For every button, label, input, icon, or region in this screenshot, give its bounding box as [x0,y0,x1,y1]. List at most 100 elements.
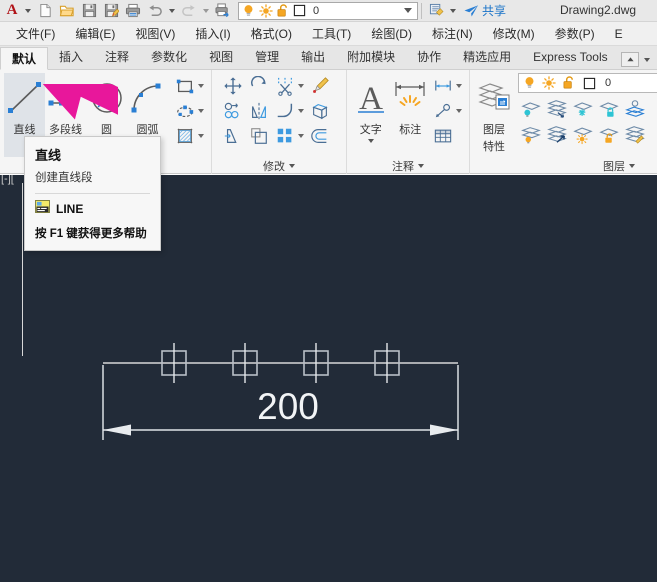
new-file-icon[interactable] [34,1,56,21]
panel-modify-label-text: 修改 [263,160,285,173]
dimension-tool-button[interactable]: 标注 [391,73,431,157]
offset-tool-icon[interactable] [307,124,333,148]
layer-delete-icon[interactable] [622,122,648,146]
layer-bulb-on-icon[interactable] [519,76,539,90]
rectangle-tool-icon[interactable] [172,74,198,98]
panel-layer-label[interactable]: 图层 [470,157,657,174]
layer-control-dropdown[interactable]: 0 [238,1,418,20]
open-file-icon[interactable] [56,1,78,21]
table-tool-icon[interactable] [430,124,456,148]
ribbon-tab-express-tools[interactable]: Express Tools [522,46,618,69]
text-tool-button[interactable]: A 文字 [351,73,391,157]
ribbon-tab-manage[interactable]: 管理 [244,46,290,69]
layer-padlock-unlock-icon[interactable] [559,76,579,90]
array-tool-icon[interactable] [272,124,298,148]
save-as-icon[interactable] [100,1,122,21]
menu-item-edit[interactable]: 编辑(E) [65,22,125,45]
text-dropdown-caret-icon[interactable] [367,139,374,143]
ribbon-tab-view[interactable]: 视图 [198,46,244,69]
share-button[interactable]: 共享 [463,2,506,19]
layer-sun-thaw-icon[interactable] [539,76,559,90]
plot-preview-icon[interactable] [212,1,234,21]
ribbon-tab-output[interactable]: 输出 [290,46,336,69]
layer-unlock-icon[interactable] [274,3,291,19]
layer-on-bulb-icon[interactable] [240,3,257,19]
hatch-dropdown-caret-icon[interactable] [198,133,204,138]
panel-annotation-caret-icon[interactable] [418,163,424,168]
panel-modify: 修改 [212,70,347,174]
linear-dimension-tool-icon[interactable] [430,74,456,98]
array-dropdown-caret-icon[interactable] [298,133,304,138]
ribbon-tab-home[interactable]: 默认 [0,47,49,70]
stretch-tool-icon[interactable] [220,124,246,148]
layer-properties-manager-icon[interactable] [425,1,447,21]
menu-item-modify[interactable]: 修改(M) [483,22,545,45]
menu-item-insert[interactable]: 插入(I) [185,22,240,45]
leader-dropdown-caret-icon[interactable] [456,108,462,113]
copy-tool-icon[interactable] [220,99,246,123]
dimension-text[interactable]: 200 [257,386,319,427]
menu-item-dimension[interactable]: 标注(N) [422,22,483,45]
layer-merge-icon[interactable] [622,96,648,120]
layer-match-icon[interactable] [544,122,570,146]
menu-item-view[interactable]: 视图(V) [125,22,185,45]
linear-dimension-dropdown-caret-icon[interactable] [456,83,462,88]
ribbon-tab-annotate[interactable]: 注释 [94,46,140,69]
layer-freeze-icon[interactable] [544,96,570,120]
menu-item-draw[interactable]: 绘图(D) [361,22,422,45]
rectangle-dropdown-caret-icon[interactable] [198,83,204,88]
layer-dropdown-arrow-icon[interactable] [404,8,412,13]
ribbon-tab-parametric[interactable]: 参数化 [140,46,198,69]
layer-properties-button[interactable]: 图层 特性 [474,73,514,157]
menu-item-tools[interactable]: 工具(T) [302,22,361,45]
layer-color-swatch-icon[interactable] [291,3,308,19]
leader-tool-icon[interactable] [430,99,456,123]
panel-layer-caret-icon[interactable] [629,163,635,168]
undo-dropdown-caret-icon[interactable] [169,8,175,13]
ribbon-tab-featured-apps[interactable]: 精选应用 [452,46,522,69]
layer-isolate-icon[interactable] [518,96,544,120]
qat-customize-caret-icon[interactable] [450,8,456,13]
ribbon-tab-insert[interactable]: 插入 [48,46,94,69]
ellipse-dropdown-caret-icon[interactable] [198,108,204,113]
menu-item-parametric[interactable]: 参数(P) [545,22,605,45]
layer-color-box-icon[interactable] [579,77,599,90]
redo-dropdown-caret-icon[interactable] [203,8,209,13]
scale-tool-icon[interactable] [246,124,272,148]
layer-thaw-sun-icon[interactable] [257,3,274,19]
ribbon-minimize-icon[interactable] [621,52,639,67]
layer-lock-icon[interactable] [596,96,622,120]
logo-dropdown-caret-icon[interactable] [25,8,31,13]
move-tool-icon[interactable] [220,74,246,98]
menu-item-file[interactable]: 文件(F) [6,22,65,45]
ribbon-minimize-caret-icon[interactable] [644,57,650,62]
hatch-tool-icon[interactable] [172,124,198,148]
layer-unisolate-icon[interactable] [518,122,544,146]
panel-annotation-label[interactable]: 注释 [347,157,469,174]
erase-tool-icon[interactable] [307,74,333,98]
ribbon-tab-collaborate[interactable]: 协作 [406,46,452,69]
layer-off-icon[interactable] [570,96,596,120]
trim-dropdown-caret-icon[interactable] [298,83,304,88]
save-icon[interactable] [78,1,100,21]
undo-icon[interactable] [144,1,166,21]
panel-modify-caret-icon[interactable] [289,163,295,168]
menu-item-format[interactable]: 格式(O) [241,22,302,45]
menu-item-express[interactable]: E [605,22,633,45]
current-layer-combo[interactable]: 0 [518,73,657,93]
fillet-dropdown-caret-icon[interactable] [298,108,304,113]
panel-modify-label[interactable]: 修改 [212,157,346,174]
array-3d-tool-icon[interactable] [307,99,333,123]
autocad-logo-icon[interactable]: A [0,1,22,21]
redo-icon[interactable] [178,1,200,21]
rotate-tool-icon[interactable] [246,74,272,98]
trim-tool-icon[interactable] [272,74,298,98]
layer-unlock-icon-2[interactable] [596,122,622,146]
dimension-arrow-left [103,424,131,436]
fillet-tool-icon[interactable] [272,99,298,123]
plot-icon[interactable] [122,1,144,21]
layer-on-icon[interactable] [570,122,596,146]
ribbon-tab-addins[interactable]: 附加模块 [336,46,406,69]
mirror-tool-icon[interactable] [246,99,272,123]
ellipse-tool-icon[interactable] [172,99,198,123]
